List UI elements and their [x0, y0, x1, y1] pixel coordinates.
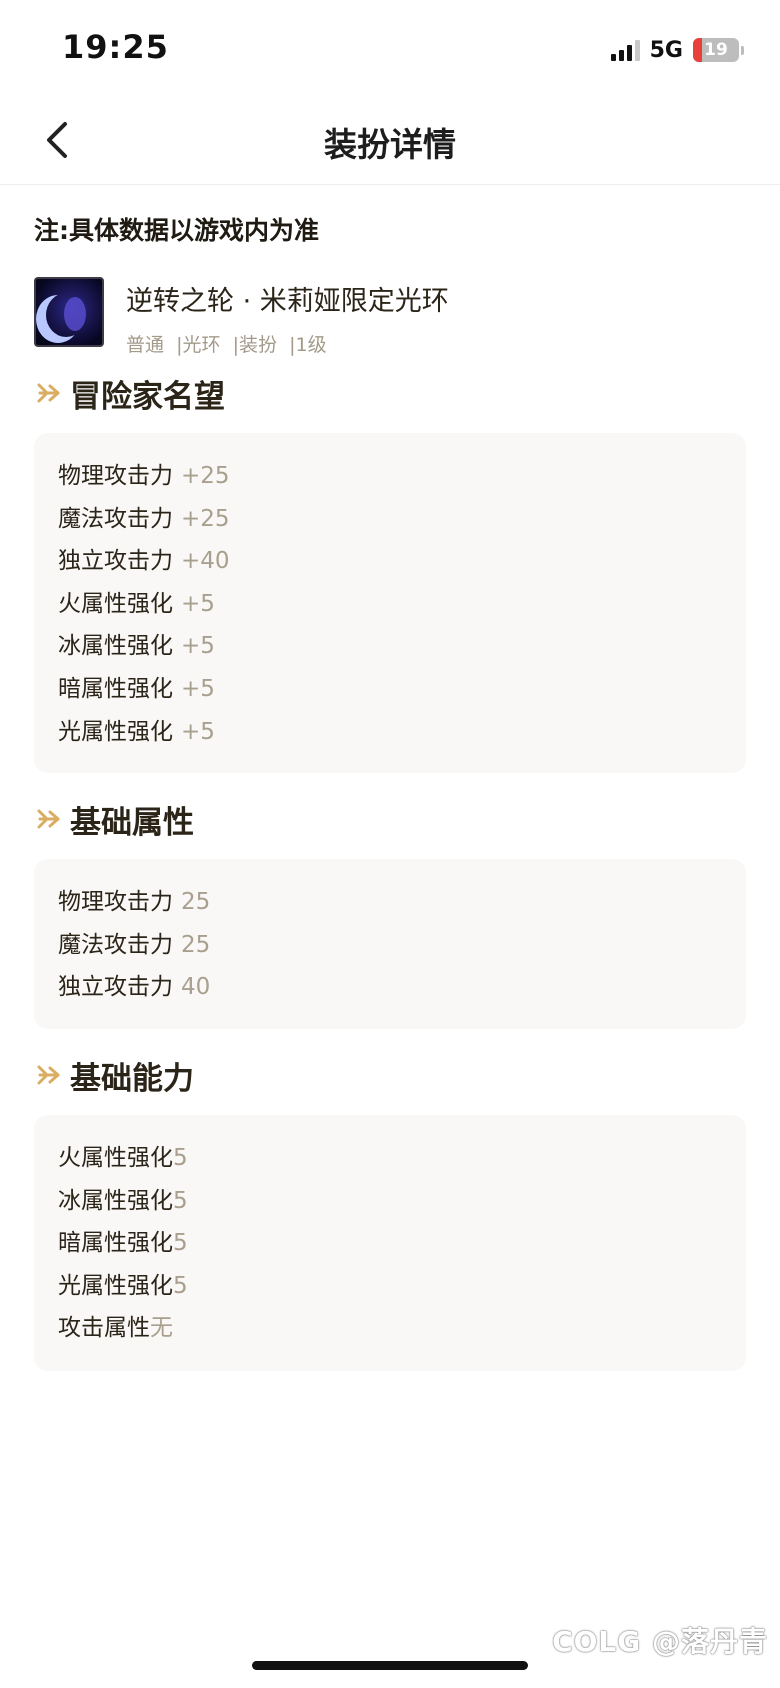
- home-indicator[interactable]: [252, 1661, 528, 1670]
- item-tag-level: |1级: [289, 334, 327, 356]
- stat-row: 独立攻击力 40: [58, 974, 211, 1001]
- stat-row: 独立攻击力 +40: [58, 548, 230, 575]
- stats-card: 火属性强化5 冰属性强化5 暗属性强化5 光属性强化5 攻击属性无: [34, 1115, 746, 1371]
- arrow-right-icon: [37, 1065, 60, 1085]
- stats-card: 物理攻击力 +25 魔法攻击力 +25 独立攻击力 +40 火属性强化 +5 冰属性强化…: [34, 433, 746, 773]
- stat-row: 光属性强化5: [58, 1272, 188, 1299]
- status-time: 19:25: [62, 28, 169, 66]
- data-note: 注:具体数据以游戏内为准: [34, 216, 319, 245]
- main-content: 注:具体数据以游戏内为准 逆转之轮 · 米莉娅限定光环 普通 |光环 |装扮 |…: [34, 185, 746, 1371]
- stat-row: 冰属性强化5: [58, 1187, 188, 1214]
- section-title-text: 基础能力: [70, 1060, 194, 1097]
- aura-thumbnail[interactable]: [34, 277, 104, 347]
- status-bar: 19:25 5G 19: [0, 0, 780, 96]
- item-info: 逆转之轮 · 米莉娅限定光环 普通 |光环 |装扮 |1级: [126, 277, 449, 357]
- battery-cap: [741, 45, 744, 55]
- item-tag-rarity: 普通: [126, 334, 165, 356]
- signal-icon: [610, 39, 640, 61]
- arrow-right-icon: [37, 809, 60, 829]
- navbar: 装扮详情: [0, 96, 780, 185]
- item-tag-type: |光环: [176, 334, 221, 356]
- arrow-right-icon: [37, 383, 60, 403]
- stat-row: 物理攻击力 +25: [58, 463, 230, 489]
- section-base-attributes: 基础属性 物理攻击力 25 魔法攻击力 25 独立攻击力 40: [34, 799, 746, 1029]
- stat-row: 火属性强化 +5: [58, 590, 215, 617]
- section-base-abilities: 基础能力 火属性强化5 冰属性强化5 暗属性强化5 光属性强化5 攻击属性无: [34, 1055, 746, 1371]
- stat-row: 光属性强化 +5: [58, 718, 215, 745]
- watermark: COLG @落丹青: [552, 1625, 768, 1658]
- network-label: 5G: [649, 37, 683, 63]
- stat-row: 暗属性强化 +5: [58, 675, 215, 702]
- page-title: 装扮详情: [324, 125, 456, 164]
- stat-row: 攻击属性无: [58, 1315, 173, 1342]
- section-title-text: 基础属性: [70, 804, 194, 841]
- stat-row: 物理攻击力 25: [58, 889, 211, 915]
- item-tag-category: |装扮: [232, 334, 278, 356]
- section-title: 基础属性: [34, 799, 746, 841]
- item-header: 逆转之轮 · 米莉娅限定光环 普通 |光环 |装扮 |1级: [34, 277, 746, 356]
- item-name: 逆转之轮 · 米莉娅限定光环: [126, 286, 449, 317]
- item-tags: 普通 |光环 |装扮 |1级: [126, 330, 449, 357]
- section-title-text: 冒险家名望: [70, 378, 225, 415]
- stat-row: 魔法攻击力 25: [58, 931, 211, 958]
- battery-icon: 19: [693, 38, 739, 62]
- section-title: 冒险家名望: [34, 373, 746, 415]
- stats-card: 物理攻击力 25 魔法攻击力 25 独立攻击力 40: [34, 859, 746, 1029]
- stat-row: 魔法攻击力 +25: [58, 505, 230, 532]
- stat-row: 暗属性强化5: [58, 1230, 188, 1257]
- section-adventurer-fame: 冒险家名望 物理攻击力 +25 魔法攻击力 +25 独立攻击力 +40 火属性强化 +5…: [34, 373, 746, 773]
- battery-level: 19: [704, 40, 728, 60]
- section-title: 基础能力: [34, 1055, 746, 1097]
- stat-row: 冰属性强化 +5: [58, 633, 215, 660]
- stat-row: 火属性强化5: [58, 1145, 188, 1171]
- status-indicators: 5G 19: [610, 36, 744, 64]
